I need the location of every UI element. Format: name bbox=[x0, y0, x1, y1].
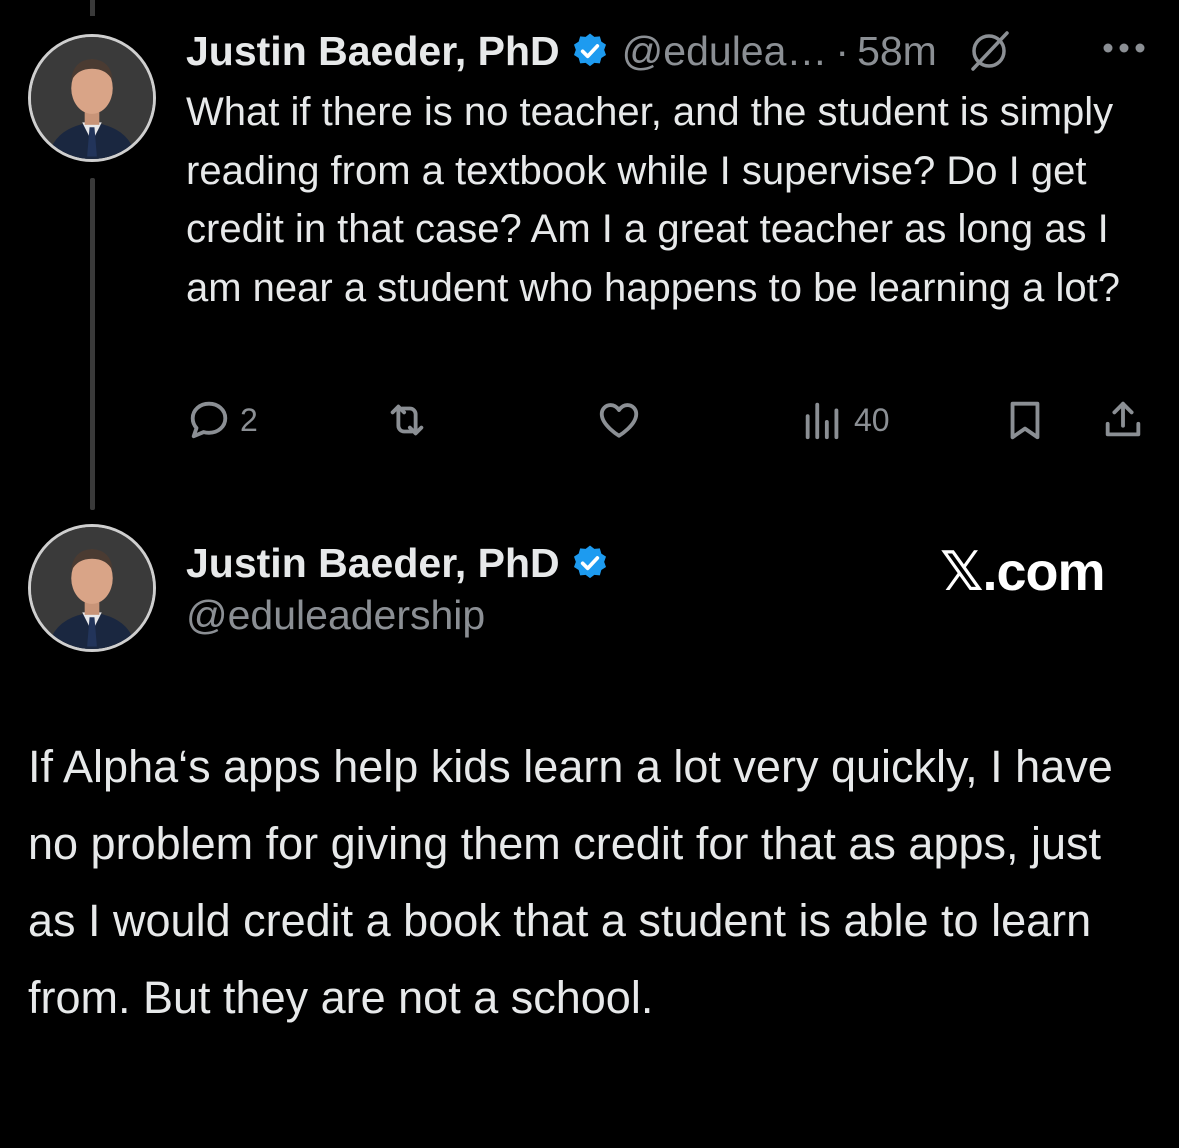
views-icon bbox=[805, 402, 839, 440]
author-handle[interactable]: @edulea… bbox=[622, 28, 828, 75]
like-icon bbox=[599, 403, 639, 438]
reply-button[interactable]: 2 bbox=[186, 392, 258, 448]
brand-logo: 𝕏.com bbox=[940, 542, 1106, 602]
card-author-name[interactable]: Justin Baeder, PhD bbox=[186, 540, 560, 587]
timestamp[interactable]: 58m bbox=[857, 28, 937, 75]
view-count: 40 bbox=[854, 401, 890, 438]
card-avatar[interactable] bbox=[28, 524, 156, 652]
reply-count: 2 bbox=[240, 401, 258, 438]
views-button[interactable]: 40 bbox=[800, 392, 890, 448]
repost-button[interactable] bbox=[384, 392, 438, 448]
grok-icon[interactable] bbox=[967, 29, 1011, 73]
card-header: Justin Baeder, PhD bbox=[186, 536, 610, 590]
bookmark-icon bbox=[1010, 401, 1040, 440]
avatar-photo bbox=[31, 527, 153, 649]
tweet-actions: 2 40 bbox=[0, 392, 1179, 448]
verified-badge-icon bbox=[570, 31, 610, 71]
like-button[interactable] bbox=[596, 392, 650, 448]
card-author-handle[interactable]: @eduleadership bbox=[186, 592, 485, 639]
thread-line-top bbox=[90, 0, 95, 16]
share-icon bbox=[1105, 401, 1141, 437]
author-name[interactable]: Justin Baeder, PhD bbox=[186, 28, 560, 75]
tweet-text: What if there is no teacher, and the stu… bbox=[186, 90, 1120, 310]
avatar[interactable] bbox=[28, 34, 156, 162]
thread-line bbox=[90, 178, 95, 510]
card-text: If Alpha‘s apps help kids learn a lot ve… bbox=[28, 741, 1113, 1023]
avatar-photo bbox=[31, 37, 153, 159]
verified-badge-icon bbox=[570, 543, 610, 583]
bookmark-button[interactable] bbox=[1002, 392, 1048, 448]
separator-dot: · bbox=[835, 27, 850, 74]
tweet-header: Justin Baeder, PhD @edulea… · 58m bbox=[186, 24, 1011, 78]
more-icon[interactable] bbox=[1100, 40, 1148, 56]
share-button[interactable] bbox=[1100, 392, 1146, 448]
reply-icon bbox=[190, 401, 228, 439]
repost-icon bbox=[390, 404, 424, 436]
